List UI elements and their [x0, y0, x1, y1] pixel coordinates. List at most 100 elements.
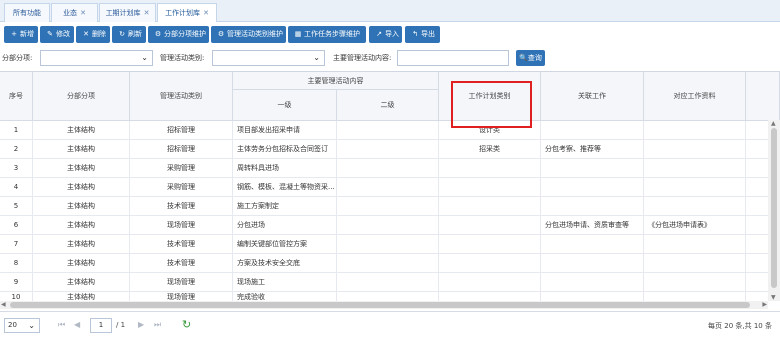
total-pages: / 1 [116, 321, 126, 329]
pencil-icon: ✎ [47, 30, 53, 38]
vertical-scrollbar[interactable]: ▲ ▼ [768, 120, 780, 301]
horizontal-scrollbar[interactable]: ◀ ▶ [0, 301, 768, 309]
cell-related-work [541, 121, 644, 140]
search-icon: 🔍 [519, 54, 528, 62]
close-icon[interactable]: ✕ [144, 9, 150, 17]
cell-category: 采购管理 [130, 159, 233, 178]
tab-yetai[interactable]: 业态 ✕ [51, 3, 98, 22]
cell-index: 2 [0, 140, 33, 159]
button-label: 工作任务步骤维护 [304, 30, 360, 38]
scroll-thumb[interactable] [10, 302, 750, 308]
cell-work-docs [644, 140, 746, 159]
header-work-docs: 对应工作资料 [644, 72, 746, 121]
cell-related-work [541, 235, 644, 254]
task-step-maintenance-button[interactable]: ▦ 工作任务步骤维护 [288, 26, 366, 43]
x-icon: ✕ [83, 30, 89, 38]
grid-icon: ▦ [294, 30, 302, 38]
page-summary: 每页 20 条,共 10 条 [708, 322, 772, 330]
scroll-up-icon[interactable]: ▲ [771, 120, 776, 127]
chevron-down-icon: ⌄ [313, 53, 320, 62]
edit-button[interactable]: ✎ 修改 [40, 26, 74, 43]
close-icon[interactable]: ✕ [203, 9, 209, 17]
plus-icon: + [11, 30, 17, 38]
header-category: 管理活动类别 [130, 72, 233, 121]
cell-work-docs [644, 121, 746, 140]
table-row[interactable]: 7 主体结构 技术管理 编制关键部位管控方案 [0, 235, 768, 254]
button-label: 查询 [527, 54, 542, 62]
cell-index: 9 [0, 273, 33, 292]
table-row[interactable]: 1 主体结构 招标管理 项目部发出招采申请 设计类 [0, 121, 768, 140]
cell-category: 技术管理 [130, 235, 233, 254]
cell-index: 7 [0, 235, 33, 254]
cell-index: 3 [0, 159, 33, 178]
import-icon: ↗ [376, 30, 382, 38]
scroll-left-icon[interactable]: ◀ [1, 301, 6, 308]
cell-work-docs: 《分包进场申请表》 [644, 216, 746, 235]
refresh-button[interactable]: ↻ 刷新 [112, 26, 146, 43]
cell-plan-type [439, 159, 541, 178]
cell-plan-type [439, 235, 541, 254]
cell-related-work [541, 178, 644, 197]
subitem-maintenance-button[interactable]: ⚙ 分部分项维护 [148, 26, 209, 43]
chevron-down-icon: ⌄ [141, 53, 148, 62]
table-row[interactable]: 5 主体结构 技术管理 施工方案制定 [0, 197, 768, 216]
import-button[interactable]: ↗ 导入 [369, 26, 402, 43]
cell-index: 1 [0, 121, 33, 140]
cell-level2 [337, 254, 439, 273]
export-button[interactable]: ↰ 导出 [405, 26, 440, 43]
cell-plan-type: 招采类 [439, 140, 541, 159]
scroll-right-icon[interactable]: ▶ [762, 301, 767, 308]
table-row[interactable]: 6 主体结构 现场管理 分包进场 分包进场申请、资质审查等 《分包进场申请表》 [0, 216, 768, 235]
cell-related-work [541, 159, 644, 178]
cell-level2 [337, 121, 439, 140]
cell-subitem: 主体结构 [33, 159, 130, 178]
next-page-icon[interactable]: ▶ [138, 320, 144, 329]
table-row[interactable]: 4 主体结构 采购管理 钢筋、模板、混凝土等物资采... [0, 178, 768, 197]
page-size-select[interactable]: 20 ⌄ [4, 318, 40, 333]
cell-related-work [541, 273, 644, 292]
cell-level2 [337, 235, 439, 254]
button-label: 新增 [20, 30, 34, 38]
delete-button[interactable]: ✕ 删除 [76, 26, 110, 43]
tab-all-functions[interactable]: 所有功能 [4, 3, 50, 22]
cell-related-work: 分包考察、推荐等 [541, 140, 644, 159]
content-input[interactable] [397, 50, 509, 66]
cell-work-docs [644, 197, 746, 216]
cell-index: 6 [0, 216, 33, 235]
cell-work-docs [644, 178, 746, 197]
cell-level1: 编制关键部位管控方案 [233, 235, 337, 254]
button-label: 管理活动类别维护 [227, 30, 283, 38]
cell-subitem: 主体结构 [33, 140, 130, 159]
cell-level2 [337, 197, 439, 216]
cell-category: 采购管理 [130, 178, 233, 197]
table-row[interactable]: 2 主体结构 招标管理 主体劳务分包招标及合同签订 招采类 分包考察、推荐等 [0, 140, 768, 159]
first-page-icon[interactable]: ⏮ [58, 320, 65, 330]
prev-page-icon[interactable]: ◀ [74, 320, 80, 329]
filter-bar: 分部分项: ⌄ 管理活动类别: ⌄ 主要管理活动内容: 🔍查询 [0, 47, 780, 69]
tab-bar: 所有功能 业态 ✕ 工期计划库 ✕ 工作计划库 ✕ [0, 0, 780, 23]
cell-level2 [337, 140, 439, 159]
page-number-input[interactable]: 1 [90, 318, 112, 333]
refresh-icon[interactable]: ↻ [182, 318, 191, 331]
cell-level1: 现场施工 [233, 273, 337, 292]
table-row[interactable]: 3 主体结构 采购管理 周转料具进场 [0, 159, 768, 178]
query-button[interactable]: 🔍查询 [516, 50, 545, 66]
button-label: 删除 [92, 30, 106, 38]
scroll-down-icon[interactable]: ▼ [771, 294, 776, 301]
cell-subitem: 主体结构 [33, 216, 130, 235]
scroll-thumb[interactable] [771, 128, 777, 288]
add-button[interactable]: + 新增 [4, 26, 38, 43]
header-related-work: 关联工作 [541, 72, 644, 121]
category-label: 管理活动类别: [160, 54, 205, 62]
close-icon[interactable]: ✕ [80, 9, 86, 17]
tab-schedule-plan-library[interactable]: 工期计划库 ✕ [99, 3, 156, 22]
table-row[interactable]: 8 主体结构 技术管理 方案及技术安全交底 [0, 254, 768, 273]
cell-level1: 方案及技术安全交底 [233, 254, 337, 273]
tab-work-plan-library[interactable]: 工作计划库 ✕ [157, 3, 217, 23]
category-maintenance-button[interactable]: ⚙ 管理活动类别维护 [211, 26, 286, 43]
last-page-icon[interactable]: ⏭ [154, 320, 161, 330]
category-select[interactable]: ⌄ [212, 50, 325, 66]
cell-plan-type [439, 273, 541, 292]
subitem-select[interactable]: ⌄ [40, 50, 153, 66]
table-row[interactable]: 9 主体结构 现场管理 现场施工 [0, 273, 768, 292]
